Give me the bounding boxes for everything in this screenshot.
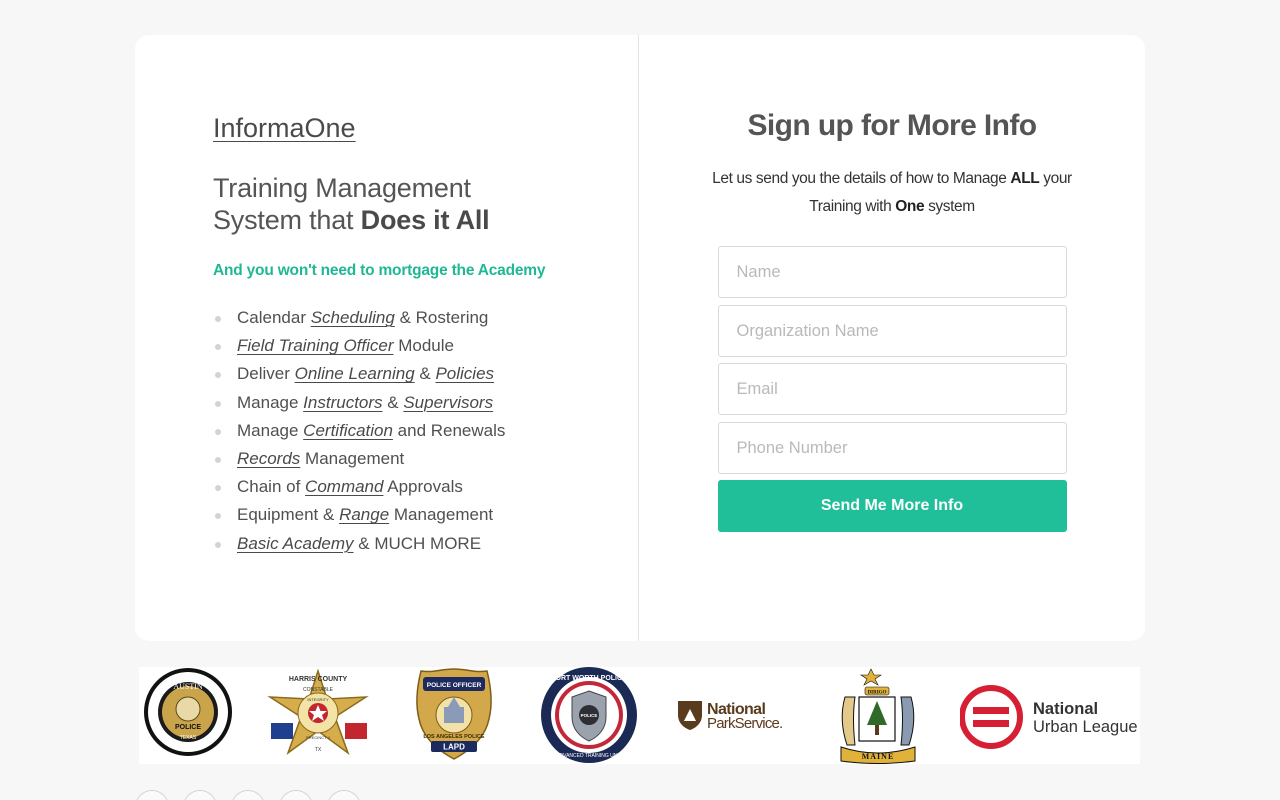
feature-text: Deliver: [237, 364, 295, 384]
client-logo-strip: AUSTIN POLICE TEXAS HARRIS COUNTY CONSTA…: [139, 667, 1140, 764]
desc-bold-all: ALL: [1010, 170, 1040, 187]
feature-link[interactable]: Policies: [435, 364, 494, 383]
harris-constable-text: CONSTABLE: [303, 687, 334, 693]
maine-banner-text: MAINE: [862, 752, 895, 761]
lapd-badge: POLICE OFFICER LOS ANGELES POLICE LAPD: [416, 668, 492, 760]
austin-bottom-text: TEXAS: [180, 735, 197, 741]
lapd-top-text: POLICE OFFICER: [427, 682, 482, 689]
feature-link[interactable]: Online Learning: [295, 364, 415, 383]
social-link-4[interactable]: [279, 790, 313, 800]
austin-police-seal: AUSTIN POLICE TEXAS: [144, 668, 232, 756]
email-field[interactable]: [717, 363, 1067, 415]
feature-item: Manage Certification and Renewals: [213, 417, 638, 445]
social-links: [135, 790, 361, 800]
social-link-1[interactable]: [135, 790, 169, 800]
nul-line1: National: [1033, 700, 1098, 718]
feature-text: Manage: [237, 420, 304, 440]
nps-line2: ParkService.: [707, 715, 782, 731]
feature-item: Records Management: [213, 445, 638, 473]
name-field[interactable]: [717, 246, 1067, 298]
tagline: And you won't need to mortgage the Acade…: [213, 262, 546, 279]
feature-link[interactable]: Supervisors: [403, 393, 493, 412]
feature-item: Equipment & Range Management: [213, 501, 638, 529]
feature-text: Management: [389, 505, 494, 525]
headline-line1: Training Management: [213, 173, 471, 203]
feature-link[interactable]: Field Training Officer: [237, 336, 394, 355]
desc-part: system: [924, 198, 975, 215]
headline-line2-bold: Does it All: [360, 205, 490, 235]
social-link-5[interactable]: [327, 790, 361, 800]
fort-worth-top-text: FORT WORTH POLICE: [551, 675, 627, 682]
feature-text: & MUCH MORE: [353, 533, 482, 553]
maine-state-seal: DIRIGO MAINE: [840, 668, 916, 764]
feature-text: Approvals: [383, 477, 463, 497]
austin-top-text: AUSTIN: [173, 682, 203, 691]
social-link-3[interactable]: [231, 790, 265, 800]
feature-item: Chain of Command Approvals: [213, 473, 638, 501]
harris-integrity-text: INTEGRITY: [307, 697, 329, 702]
signup-form: Send Me More Info: [717, 246, 1067, 532]
feature-text: and Renewals: [392, 420, 506, 440]
brand-link[interactable]: InformaOne: [213, 113, 356, 144]
headline: Training Management System that Does it …: [213, 172, 638, 236]
harris-county-constable-badge: HARRIS COUNTY CONSTABLE INTEGRITY PRECIN…: [267, 668, 369, 756]
feature-text: Manage: [237, 392, 304, 412]
lapd-arc-text: LOS ANGELES POLICE: [423, 734, 485, 740]
maine-top-text: DIRIGO: [868, 691, 887, 696]
feature-text: Module: [393, 336, 454, 356]
form-description: Let us send you the details of how to Ma…: [712, 165, 1072, 221]
signup-column: Sign up for More Info Let us send you th…: [639, 35, 1145, 641]
feature-item: Calendar Scheduling & Rostering: [213, 304, 638, 332]
harris-precinct-text: PRECINCT 4: [306, 735, 330, 740]
feature-text: Management: [300, 449, 405, 469]
fort-worth-police-seal: FORT WORTH POLICE ADVANCED TRAINING UNIT…: [541, 667, 637, 763]
feature-item: Field Training Officer Module: [213, 332, 638, 360]
feature-text: Calendar: [237, 308, 311, 327]
phone-field[interactable]: [717, 422, 1067, 474]
feature-text: Chain of: [237, 477, 306, 497]
austin-mid-text: POLICE: [175, 724, 201, 731]
national-urban-league-logo: National Urban League: [960, 685, 1138, 749]
feature-text: Equipment &: [237, 505, 340, 525]
feature-link[interactable]: Scheduling: [311, 308, 395, 327]
headline-line2-prefix: System that: [213, 205, 361, 235]
feature-item: Basic Academy & MUCH MORE: [213, 530, 638, 558]
fort-worth-center-text: POLICE: [581, 713, 598, 718]
send-info-button[interactable]: Send Me More Info: [717, 480, 1067, 532]
content-card: InformaOne Training Management System th…: [135, 35, 1145, 641]
national-park-service-logo: National ParkService.: [678, 701, 783, 731]
feature-list: Calendar Scheduling & Rostering Field Tra…: [213, 304, 638, 558]
feature-text: &: [382, 392, 404, 412]
organization-field[interactable]: [717, 305, 1067, 357]
product-info-column: InformaOne Training Management System th…: [135, 35, 639, 641]
lapd-bottom-text: LAPD: [443, 743, 465, 752]
desc-bold-one: One: [895, 198, 925, 215]
harris-arc-text: HARRIS COUNTY: [289, 676, 348, 683]
form-title: Sign up for More Info: [747, 109, 1037, 142]
feature-text: & Rostering: [394, 308, 489, 327]
feature-item: Deliver Online Learning & Policies: [213, 360, 638, 388]
social-link-2[interactable]: [183, 790, 217, 800]
feature-link[interactable]: Records: [237, 449, 300, 468]
nul-line2: Urban League: [1033, 718, 1138, 736]
feature-link[interactable]: Command: [305, 477, 383, 496]
feature-link[interactable]: Certification: [303, 421, 393, 440]
feature-item: Manage Instructors & Supervisors: [213, 389, 638, 417]
feature-link[interactable]: Range: [339, 505, 389, 524]
fort-worth-bottom-text: ADVANCED TRAINING UNIT: [556, 753, 622, 759]
desc-part: Let us send you the details of how to Ma…: [712, 170, 1011, 187]
feature-text: &: [414, 364, 436, 384]
feature-link[interactable]: Basic Academy: [237, 534, 354, 553]
harris-tx-text: TX: [315, 747, 322, 753]
feature-link[interactable]: Instructors: [303, 393, 382, 412]
